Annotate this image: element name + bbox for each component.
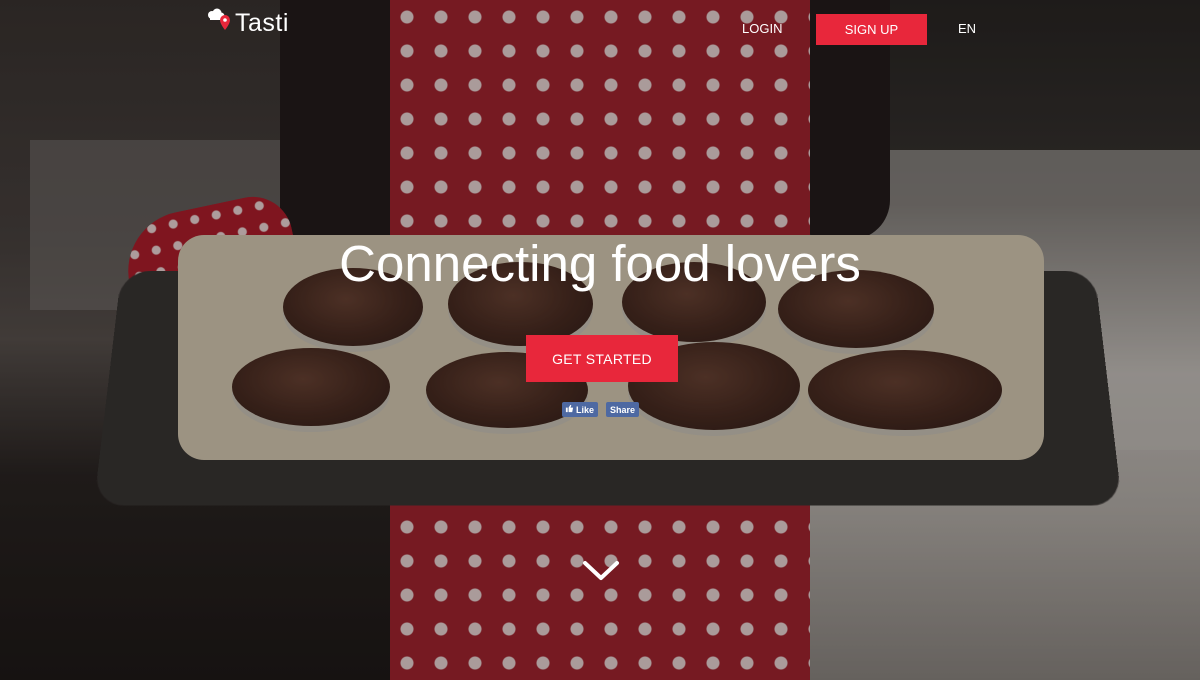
like-label: Like (576, 404, 595, 415)
get-started-button[interactable]: GET STARTED (526, 335, 678, 382)
chevron-down-icon (581, 561, 621, 588)
login-link[interactable]: LOGIN (742, 21, 782, 36)
brand-name: Tasti (235, 8, 289, 37)
facebook-like-button[interactable]: Like (562, 402, 599, 417)
chef-hat-location-pin-icon (205, 8, 231, 38)
hero-title: Connecting food lovers (339, 235, 861, 292)
signup-button[interactable]: SIGN UP (816, 14, 927, 45)
thumbs-up-icon (565, 404, 574, 415)
language-selector[interactable]: EN (958, 21, 976, 36)
share-label: Share (610, 404, 636, 415)
facebook-share-button[interactable]: Share (606, 402, 640, 417)
scroll-down-button[interactable] (581, 558, 621, 589)
brand-logo[interactable]: Tasti (205, 8, 289, 38)
